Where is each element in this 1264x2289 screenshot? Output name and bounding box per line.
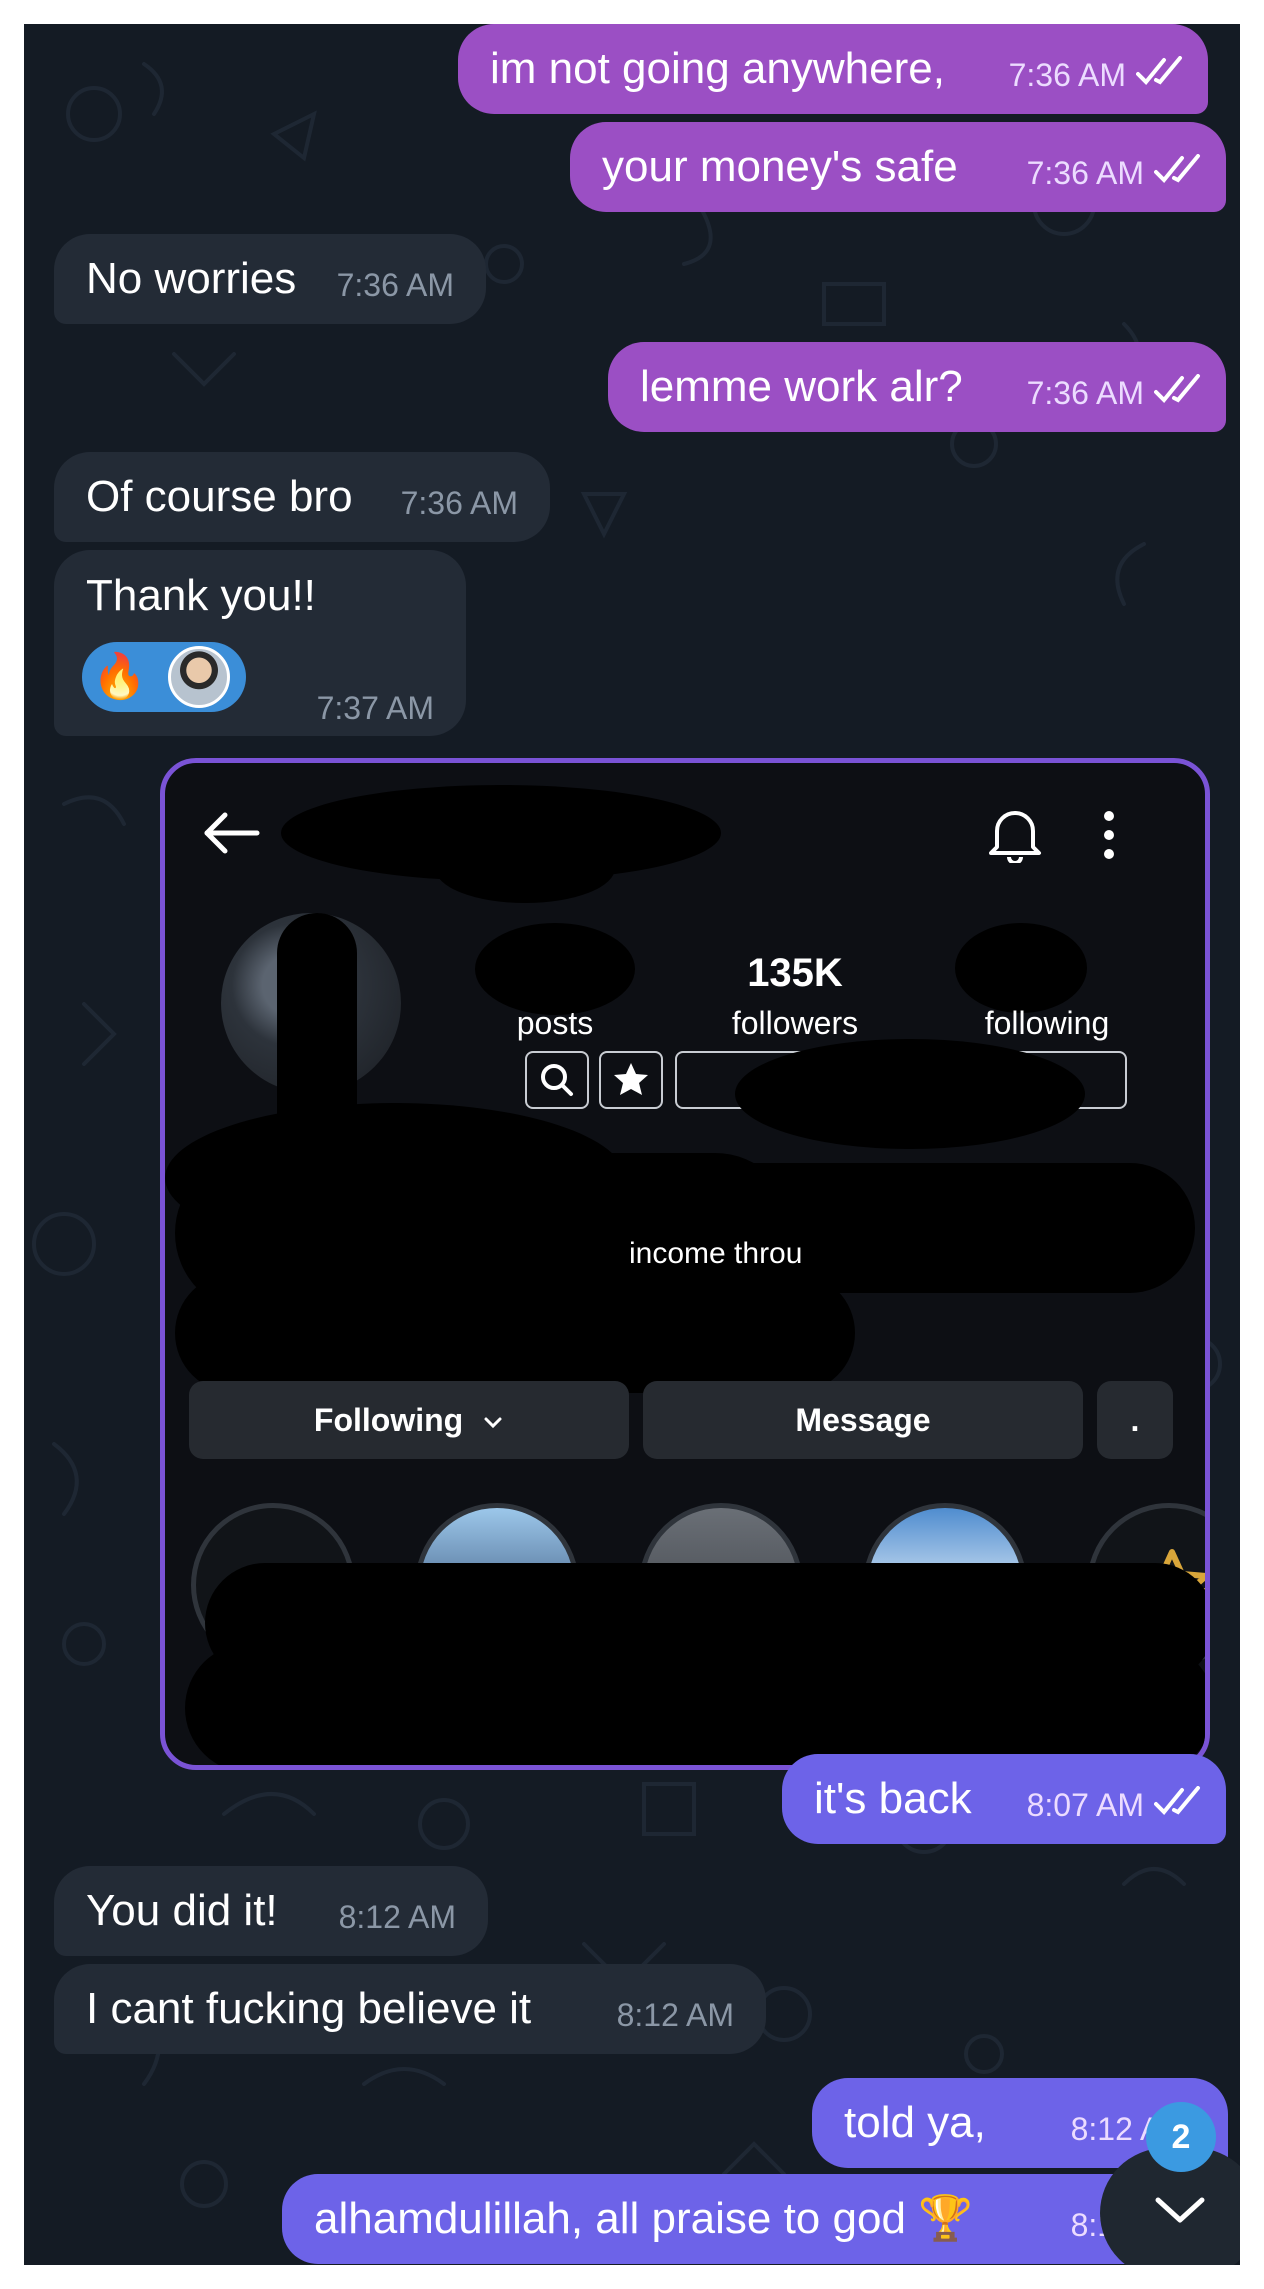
redacted-highlight-titles bbox=[185, 1643, 1205, 1765]
message-outgoing[interactable]: it's back 8:07 AM bbox=[782, 1754, 1226, 1844]
message-reactions[interactable]: 🔥 bbox=[82, 642, 246, 712]
message-time: 7:36 AM bbox=[1026, 375, 1144, 411]
message-text: it's back bbox=[814, 1774, 972, 1823]
search-chip bbox=[525, 1051, 589, 1109]
redacted-username bbox=[435, 833, 615, 903]
followers-count: 135K bbox=[747, 951, 843, 995]
chevron-down-icon bbox=[1155, 2197, 1205, 2223]
following-button-label: Following bbox=[313, 1402, 464, 1438]
read-check-icon bbox=[1154, 374, 1200, 403]
search-icon bbox=[541, 1064, 573, 1096]
bio-text-fragment: income throu bbox=[629, 1237, 803, 1270]
bell-icon bbox=[989, 811, 1041, 863]
image-message-profile-screenshot[interactable]: 135K posts followers following income th… bbox=[160, 758, 1210, 1770]
message-text: lemme work alr? bbox=[640, 362, 963, 411]
message-button: Message bbox=[643, 1381, 1083, 1459]
message-text: alhamdulillah, all praise to god 🏆 bbox=[314, 2194, 973, 2243]
message-incoming[interactable]: I cant fucking believe it 8:12 AM bbox=[54, 1964, 766, 2054]
message-text: Thank you!! bbox=[86, 571, 316, 620]
message-text: told ya, bbox=[844, 2098, 986, 2147]
message-incoming[interactable]: You did it! 8:12 AM bbox=[54, 1866, 488, 1956]
message-text: I cant fucking believe it bbox=[86, 1984, 532, 2033]
redacted-post-count bbox=[475, 923, 635, 1015]
redacted-bio bbox=[175, 1273, 855, 1393]
message-time: 7:36 AM bbox=[1026, 155, 1144, 191]
following-button: Following bbox=[189, 1381, 629, 1459]
message-text: No worries bbox=[86, 254, 297, 303]
message-time: 8:12 AM bbox=[616, 1997, 734, 2033]
star-chip bbox=[599, 1051, 663, 1109]
more-button: . bbox=[1097, 1381, 1173, 1459]
redacted-link bbox=[735, 1039, 1085, 1149]
chat-view[interactable]: im not going anywhere, 7:36 AM your mone… bbox=[24, 24, 1240, 2265]
message-outgoing[interactable]: your money's safe 7:36 AM bbox=[570, 122, 1226, 212]
message-outgoing[interactable]: im not going anywhere, 7:36 AM bbox=[458, 24, 1208, 114]
more-vertical-icon bbox=[1104, 811, 1114, 859]
read-check-icon bbox=[1154, 1786, 1200, 1815]
message-outgoing[interactable]: alhamdulillah, all praise to god 🏆 8:12 … bbox=[282, 2174, 1228, 2264]
unread-count-badge: 2 bbox=[1146, 2102, 1216, 2172]
message-incoming[interactable]: Of course bro 7:36 AM bbox=[54, 452, 550, 542]
read-check-icon bbox=[1136, 56, 1182, 85]
following-label: following bbox=[984, 1005, 1110, 1041]
message-time: 7:36 AM bbox=[336, 267, 454, 303]
message-text: You did it! bbox=[86, 1886, 278, 1935]
reactor-avatar bbox=[168, 646, 230, 708]
message-time: 7:36 AM bbox=[1008, 57, 1126, 93]
message-incoming[interactable]: No worries 7:36 AM bbox=[54, 234, 486, 324]
message-time: 8:07 AM bbox=[1026, 1787, 1144, 1823]
back-arrow-icon bbox=[204, 812, 260, 854]
message-text: im not going anywhere, bbox=[490, 44, 945, 93]
message-text: your money's safe bbox=[602, 142, 958, 191]
message-time: 7:36 AM bbox=[400, 485, 518, 521]
read-check-icon bbox=[1154, 154, 1200, 183]
message-outgoing[interactable]: lemme work alr? 7:36 AM bbox=[608, 342, 1226, 432]
star-icon bbox=[614, 1063, 648, 1095]
message-time: 8:12 AM bbox=[338, 1899, 456, 1935]
fire-reaction-icon: 🔥 bbox=[92, 652, 147, 701]
message-incoming[interactable]: Thank you!! 7:37 AM 🔥 bbox=[54, 550, 466, 736]
message-time: 7:37 AM bbox=[316, 690, 434, 726]
chevron-down-icon bbox=[484, 1417, 502, 1429]
redacted-following-count bbox=[955, 923, 1087, 1013]
posts-label: posts bbox=[516, 1005, 594, 1041]
followers-label: followers bbox=[731, 1005, 859, 1041]
message-text: Of course bro bbox=[86, 472, 353, 521]
